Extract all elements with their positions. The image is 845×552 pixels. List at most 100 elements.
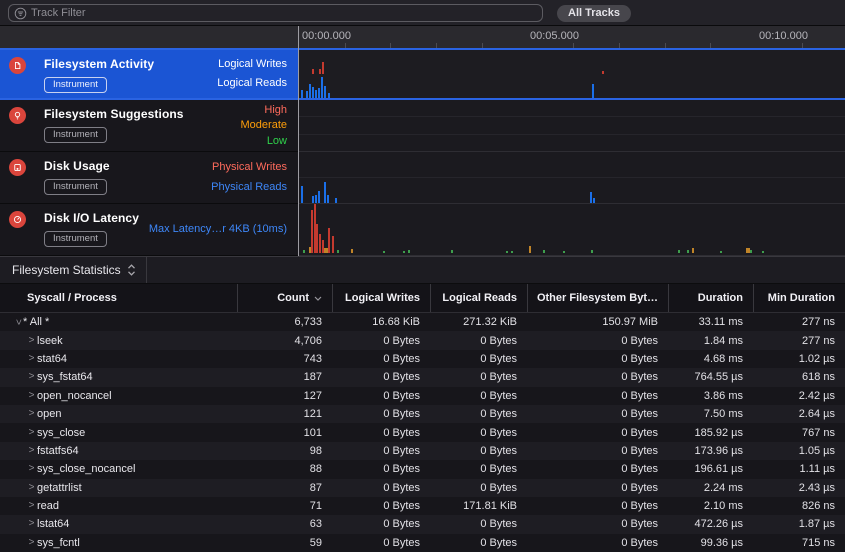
table-cell: 764.55 µs — [668, 371, 753, 383]
track-graph-disk-usage[interactable] — [299, 152, 845, 204]
table-cell: 1.05 µs — [753, 445, 845, 457]
table-row[interactable]: >stat647430 Bytes0 Bytes0 Bytes4.68 ms1.… — [0, 350, 845, 368]
table-cell: 0 Bytes — [332, 371, 430, 383]
disclosure-expanded-icon[interactable]: > — [13, 317, 23, 328]
table-row[interactable]: >sys_fcntl590 Bytes0 Bytes0 Bytes99.36 µ… — [0, 534, 845, 552]
lane-latency[interactable] — [299, 204, 845, 255]
track-disk-io-latency[interactable]: Disk I/O Latency Instrument Max Latency…… — [0, 204, 845, 256]
instruments-window: All Tracks 00:00.000 00:05.000 00:10.000… — [0, 0, 845, 552]
disclosure-collapsed-icon[interactable]: > — [26, 372, 37, 382]
all-tracks-button[interactable]: All Tracks — [557, 5, 631, 22]
disclosure-collapsed-icon[interactable]: > — [26, 446, 37, 456]
detail-view-selector[interactable]: Filesystem Statistics — [0, 257, 147, 283]
column-header-syscall-process[interactable]: Syscall / Process — [0, 284, 237, 312]
track-filter-field[interactable] — [8, 4, 543, 22]
series-label-physical-writes: Physical Writes — [212, 162, 287, 173]
column-header-logical-writes[interactable]: Logical Writes — [332, 284, 430, 312]
graph-bar — [750, 250, 752, 253]
table-cell: 0 Bytes — [527, 427, 668, 439]
series-label-logical-writes: Logical Writes — [218, 59, 287, 70]
graph-bar — [301, 90, 303, 98]
disclosure-collapsed-icon[interactable]: > — [26, 354, 37, 364]
table-cell: 0 Bytes — [527, 390, 668, 402]
disclosure-collapsed-icon[interactable]: > — [26, 501, 37, 511]
table-cell: 0 Bytes — [430, 390, 527, 402]
graph-bar — [692, 248, 694, 253]
table-cell: 715 ns — [753, 537, 845, 549]
track-filter-input[interactable] — [27, 7, 542, 19]
syscall-name: lseek — [37, 335, 63, 347]
disclosure-collapsed-icon[interactable]: > — [26, 519, 37, 529]
table-row[interactable]: >getattrlist870 Bytes0 Bytes0 Bytes2.24 … — [0, 479, 845, 497]
disclosure-collapsed-icon[interactable]: > — [26, 464, 37, 474]
disclosure-collapsed-icon[interactable]: > — [26, 391, 37, 401]
table-cell: 0 Bytes — [527, 463, 668, 475]
track-graph-disk-io-latency[interactable] — [299, 204, 845, 256]
table-row[interactable]: >open1210 Bytes0 Bytes0 Bytes7.50 ms2.64… — [0, 405, 845, 423]
graph-bar — [318, 88, 320, 98]
table-row[interactable]: >open_nocancel1270 Bytes0 Bytes0 Bytes3.… — [0, 387, 845, 405]
track-disk-usage[interactable]: Disk Usage Instrument Physical Writes Ph… — [0, 152, 845, 204]
sort-descending-icon — [314, 296, 322, 301]
lane-physical-reads[interactable] — [299, 178, 845, 203]
lane-physical-writes[interactable] — [299, 152, 845, 178]
track-header[interactable]: Disk Usage Instrument Physical Writes Ph… — [0, 152, 299, 204]
column-header-duration[interactable]: Duration — [668, 284, 753, 312]
track-filesystem-activity[interactable]: Filesystem Activity Instrument Logical W… — [0, 48, 845, 100]
table-row[interactable]: >sys_close_nocancel880 Bytes0 Bytes0 Byt… — [0, 460, 845, 478]
disclosure-collapsed-icon[interactable]: > — [26, 538, 37, 548]
track-graph-filesystem-suggestions[interactable] — [299, 100, 845, 152]
table-cell: 0 Bytes — [527, 335, 668, 347]
table-cell: 87 — [237, 482, 332, 494]
lane-low[interactable] — [299, 135, 845, 151]
table-row[interactable]: >fstatfs64980 Bytes0 Bytes0 Bytes173.96 … — [0, 442, 845, 460]
instrument-badge[interactable]: Instrument — [44, 231, 107, 247]
disclosure-collapsed-icon[interactable]: > — [26, 409, 37, 419]
lane-moderate[interactable] — [299, 117, 845, 134]
panel-divider[interactable] — [298, 26, 299, 256]
column-header-logical-reads[interactable]: Logical Reads — [430, 284, 527, 312]
disclosure-collapsed-icon[interactable]: > — [26, 336, 37, 346]
table-row[interactable]: >read710 Bytes171.81 KiB0 Bytes2.10 ms82… — [0, 497, 845, 515]
table-cell: 2.10 ms — [668, 500, 753, 512]
ruler-label: 00:10.000 — [759, 30, 808, 42]
table-cell: 0 Bytes — [430, 537, 527, 549]
track-graph-filesystem-activity[interactable] — [299, 50, 845, 98]
track-title: Filesystem Activity — [44, 57, 154, 71]
lane-logical-writes[interactable] — [299, 50, 845, 74]
table-cell: 0 Bytes — [430, 335, 527, 347]
table-cell: 127 — [237, 390, 332, 402]
disclosure-collapsed-icon[interactable]: > — [26, 428, 37, 438]
instrument-badge[interactable]: Instrument — [44, 127, 107, 143]
graph-bar — [687, 250, 689, 253]
disclosure-collapsed-icon[interactable]: > — [26, 483, 37, 493]
ruler-label: 00:05.000 — [530, 30, 579, 42]
column-header-min-duration[interactable]: Min Duration — [753, 284, 845, 312]
track-filesystem-suggestions[interactable]: Filesystem Suggestions Instrument High M… — [0, 100, 845, 152]
table-cell: 185.92 µs — [668, 427, 753, 439]
timeline-ruler[interactable]: 00:00.000 00:05.000 00:10.000 — [0, 26, 845, 48]
graph-bar — [337, 250, 339, 253]
table-cell: 277 ns — [753, 316, 845, 328]
table-cell: 271.32 KiB — [430, 316, 527, 328]
lane-high[interactable] — [299, 100, 845, 117]
track-header[interactable]: Filesystem Activity Instrument Logical W… — [0, 50, 299, 98]
table-row[interactable]: >lstat64630 Bytes0 Bytes0 Bytes472.26 µs… — [0, 515, 845, 533]
track-header[interactable]: Filesystem Suggestions Instrument High M… — [0, 100, 299, 152]
lane-logical-reads[interactable] — [299, 74, 845, 98]
instrument-badge[interactable]: Instrument — [44, 179, 107, 195]
table-cell: 1.87 µs — [753, 518, 845, 530]
table-cell: 1.02 µs — [753, 353, 845, 365]
column-header-other-filesystem[interactable]: Other Filesystem Byt… — [527, 284, 668, 312]
table-cell: 0 Bytes — [332, 482, 430, 494]
instrument-badge[interactable]: Instrument — [44, 77, 107, 93]
table-row[interactable]: >sys_fstat641870 Bytes0 Bytes0 Bytes764.… — [0, 368, 845, 386]
table-header-row: Syscall / Process Count Logical Writes L… — [0, 284, 845, 313]
table-cell: 618 ns — [753, 371, 845, 383]
track-header[interactable]: Disk I/O Latency Instrument Max Latency…… — [0, 204, 299, 256]
table-row[interactable]: >sys_close1010 Bytes0 Bytes0 Bytes185.92… — [0, 423, 845, 441]
table-row[interactable]: >lseek4,7060 Bytes0 Bytes0 Bytes1.84 ms2… — [0, 331, 845, 349]
column-header-count[interactable]: Count — [237, 284, 332, 312]
table-cell: 0 Bytes — [332, 445, 430, 457]
table-row[interactable]: >* All *6,73316.68 KiB271.32 KiB150.97 M… — [0, 313, 845, 331]
